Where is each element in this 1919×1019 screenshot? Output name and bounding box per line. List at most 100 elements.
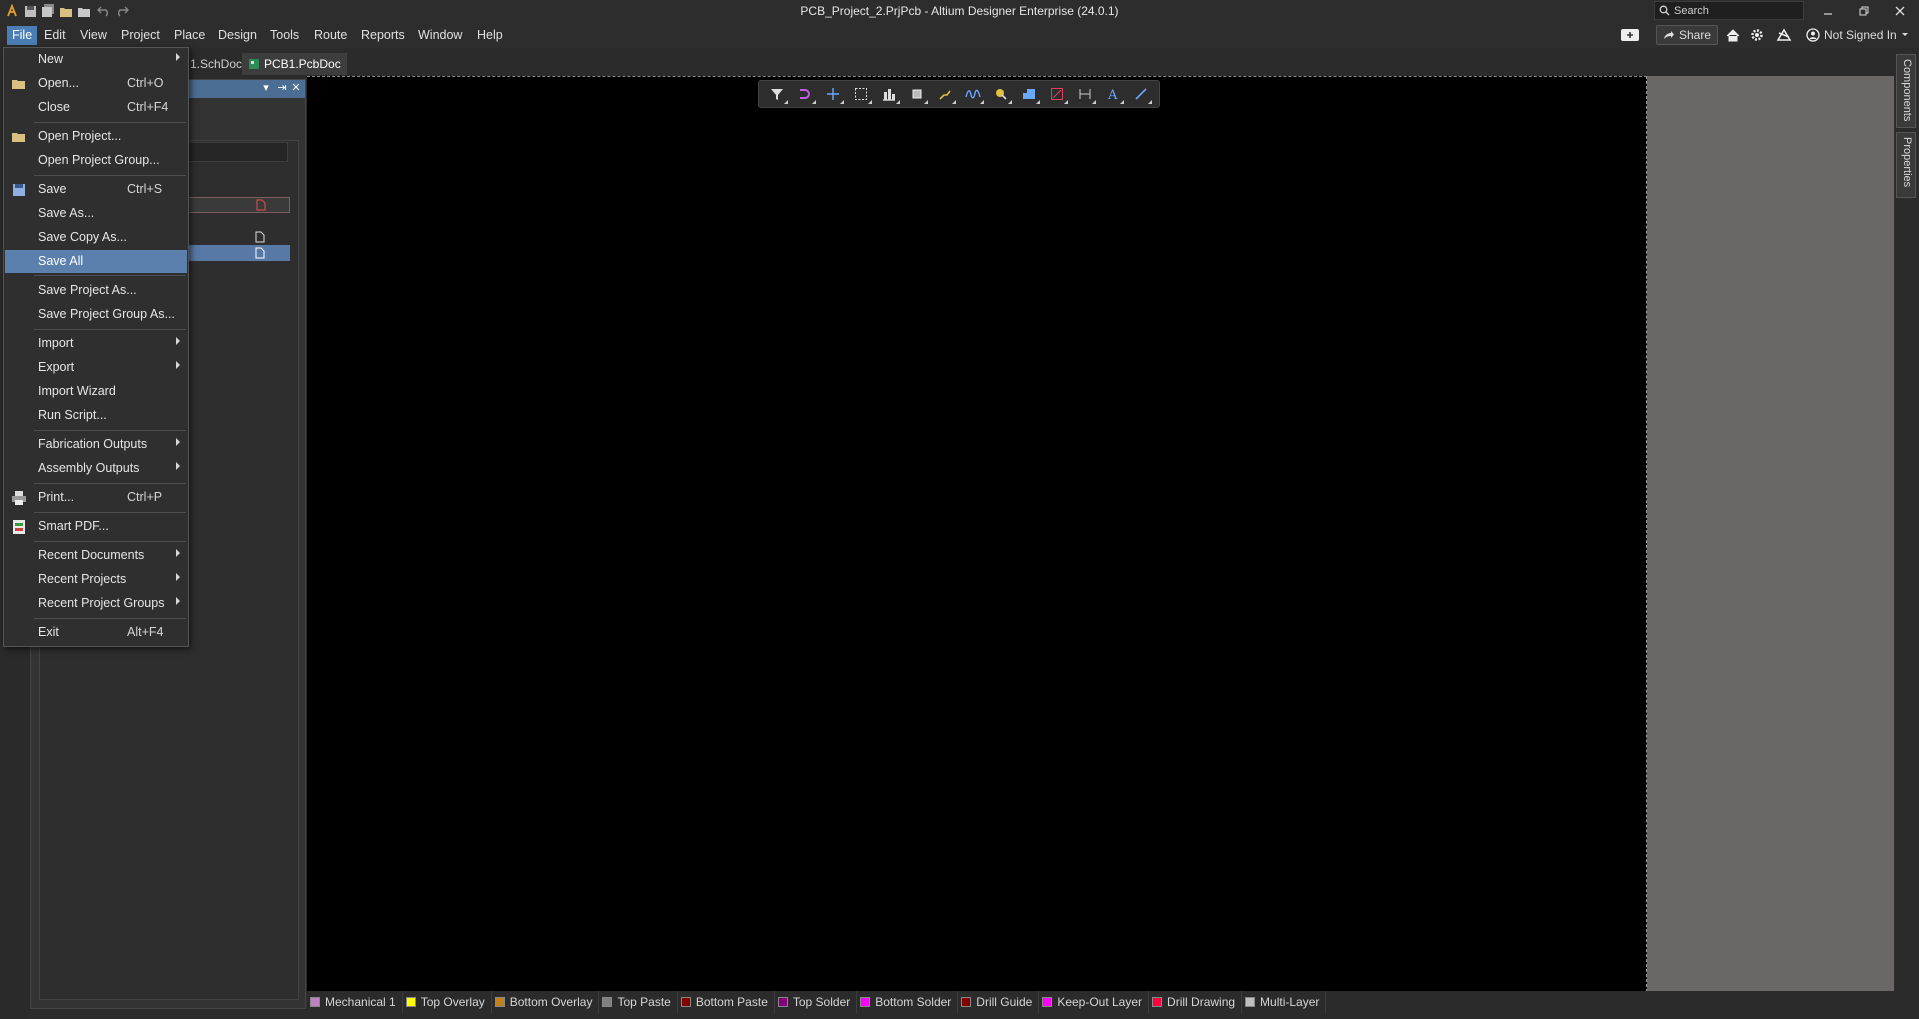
layer-tab-drill-drawing[interactable]: Drill Drawing [1149, 991, 1243, 1013]
menu-design[interactable]: Design [213, 26, 262, 45]
search-input[interactable]: Search [1654, 1, 1804, 20]
notifications-button[interactable] [1620, 25, 1640, 45]
dimension-icon[interactable] [1073, 83, 1097, 105]
menu-item-recent-project-groups[interactable]: Recent Project Groups [5, 592, 187, 615]
menu-item-recent-documents[interactable]: Recent Documents [5, 544, 187, 567]
layer-tab-top-paste[interactable]: Top Paste [599, 991, 678, 1013]
menu-item-save-copy-as[interactable]: Save Copy As... [5, 226, 187, 249]
menu-item-save[interactable]: Save Ctrl+S [5, 178, 187, 201]
share-button[interactable]: Share [1656, 25, 1719, 45]
menu-item-close[interactable]: Close Ctrl+F4 [5, 96, 187, 119]
keepout-icon[interactable] [1045, 83, 1069, 105]
tune-length-icon[interactable] [961, 83, 985, 105]
layer-tab-bottom-overlay[interactable]: Bottom Overlay [492, 991, 600, 1013]
layer-swatch [1245, 997, 1256, 1007]
menu-item-exit[interactable]: Exit Alt+F4 [5, 621, 187, 644]
menu-edit[interactable]: Edit [39, 26, 71, 45]
menu-item-recent-projects[interactable]: Recent Projects [5, 568, 187, 591]
layer-label: Drill Drawing [1167, 995, 1236, 1009]
panel-menu-icon[interactable]: ▾ [259, 81, 273, 95]
menu-file[interactable]: File [7, 26, 38, 45]
menu-item-label: Assembly Outputs [38, 461, 140, 475]
select-rectangle-icon[interactable] [849, 83, 873, 105]
properties-tab-label: Properties [1901, 137, 1913, 188]
menu-reports[interactable]: Reports [356, 26, 410, 45]
menu-item-open-project[interactable]: Open Project... [5, 125, 187, 148]
align-icon[interactable] [877, 83, 901, 105]
menu-item-print[interactable]: Print... Ctrl+P [5, 486, 187, 509]
layer-tab-bottom-solder[interactable]: Bottom Solder [857, 991, 959, 1013]
properties-panel-tab[interactable]: Properties [1896, 132, 1916, 198]
components-panel-tab[interactable]: Components [1896, 54, 1916, 128]
menu-item-open-project-group[interactable]: Open Project Group... [5, 149, 187, 172]
menu-item-import-wizard[interactable]: Import Wizard [5, 380, 187, 403]
menu-item-label: New [38, 52, 64, 66]
menu-item-label: Smart PDF... [38, 519, 109, 533]
layer-tab-keep-out[interactable]: Keep-Out Layer [1039, 991, 1150, 1013]
layer-label: Mechanical 1 [325, 995, 396, 1009]
crosshair-icon[interactable] [821, 83, 845, 105]
menu-tools[interactable]: Tools [265, 26, 304, 45]
snap-magnet-icon[interactable] [793, 83, 817, 105]
menu-item-label: Save Project As... [38, 283, 137, 297]
menu-item-fabrication-outputs[interactable]: Fabrication Outputs [5, 433, 187, 456]
polygon-pour-icon[interactable] [1017, 83, 1041, 105]
save-icon [13, 184, 25, 196]
minimize-button[interactable] [1810, 0, 1846, 22]
layer-swatch [602, 997, 613, 1007]
menu-place[interactable]: Place [169, 26, 210, 45]
menu-item-label: Import Wizard [38, 384, 116, 398]
menu-item-save-as[interactable]: Save As... [5, 202, 187, 225]
pin-icon[interactable]: ⇥ [275, 81, 289, 95]
component-icon[interactable] [905, 83, 929, 105]
menu-view[interactable]: View [75, 26, 112, 45]
home-icon[interactable] [1726, 25, 1740, 45]
menu-item-shortcut: Ctrl+F4 [127, 100, 169, 114]
menu-item-save-all[interactable]: Save All [5, 250, 187, 273]
submenu-arrow-icon [176, 438, 180, 446]
share-arrow-icon [1664, 31, 1674, 39]
preferences-icon[interactable] [1776, 25, 1792, 45]
menu-project[interactable]: Project [116, 26, 165, 45]
menu-item-smart-pdf[interactable]: Smart PDF... [5, 515, 187, 538]
layer-tab-mechanical-1[interactable]: Mechanical 1 [307, 991, 403, 1013]
restore-button[interactable] [1846, 0, 1882, 22]
layer-swatch [680, 997, 691, 1007]
pcb-document-icon [249, 59, 259, 69]
menu-item-open[interactable]: Open... Ctrl+O [5, 72, 187, 95]
close-window-button[interactable] [1882, 0, 1918, 22]
text-icon[interactable]: A [1101, 83, 1125, 105]
line-icon[interactable] [1129, 83, 1153, 105]
close-panel-icon[interactable]: ✕ [289, 81, 303, 95]
menu-item-new[interactable]: New [5, 48, 187, 71]
tab-schdoc[interactable]: 1.SchDoc [184, 53, 248, 75]
pcb-canvas[interactable] [307, 76, 1647, 992]
tab-pcbdoc[interactable]: PCB1.PcbDoc [242, 53, 347, 75]
layer-tab-top-overlay[interactable]: Top Overlay [403, 991, 492, 1013]
account-button[interactable]: Not Signed In [1806, 25, 1909, 45]
menu-item-assembly-outputs[interactable]: Assembly Outputs [5, 457, 187, 480]
file-menu-dropdown: New Open... Ctrl+O Close Ctrl+F4 Open Proj… [3, 47, 189, 647]
layer-tab-top-solder[interactable]: Top Solder [775, 991, 858, 1013]
route-track-icon[interactable] [933, 83, 957, 105]
menu-item-export[interactable]: Export [5, 356, 187, 379]
menu-item-label: Run Script... [38, 408, 107, 422]
menu-route[interactable]: Route [309, 26, 352, 45]
menu-item-save-project-as[interactable]: Save Project As... [5, 279, 187, 302]
menu-item-save-project-group-as[interactable]: Save Project Group As... [5, 303, 187, 326]
via-icon[interactable] [989, 83, 1013, 105]
menu-item-import[interactable]: Import [5, 332, 187, 355]
layer-tab-bottom-paste[interactable]: Bottom Paste [678, 991, 775, 1013]
menu-help[interactable]: Help [472, 26, 508, 45]
layer-label: Keep-Out Layer [1057, 995, 1143, 1009]
layer-label: Top Solder [792, 995, 851, 1009]
gear-icon[interactable] [1750, 25, 1764, 45]
layer-tab-drill-guide[interactable]: Drill Guide [958, 991, 1040, 1013]
menu-window[interactable]: Window [413, 26, 467, 45]
menu-item-run-script[interactable]: Run Script... [5, 404, 187, 427]
layer-tab-multi-layer[interactable]: Multi-Layer [1242, 991, 1327, 1013]
menu-item-label: Open... [38, 76, 79, 90]
filter-icon[interactable] [765, 83, 789, 105]
chat-plus-icon [1621, 29, 1639, 41]
submenu-arrow-icon [176, 573, 180, 581]
